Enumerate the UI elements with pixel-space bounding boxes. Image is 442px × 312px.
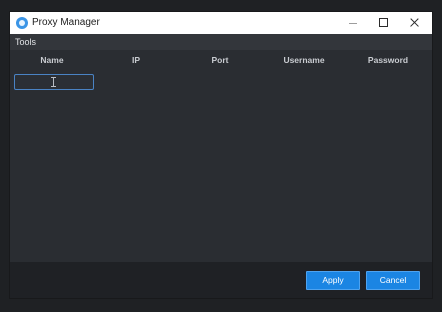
column-header-password[interactable]: Password bbox=[358, 55, 418, 65]
table-header: Name IP Port Username Password bbox=[10, 52, 432, 68]
close-button[interactable] bbox=[400, 12, 430, 34]
cancel-button[interactable]: Cancel bbox=[366, 271, 420, 290]
title-bar[interactable]: Proxy Manager bbox=[10, 12, 432, 34]
proxy-manager-window: Proxy Manager Tools Name IP Port Usernam… bbox=[10, 12, 432, 298]
maximize-button[interactable] bbox=[368, 12, 398, 34]
column-header-username[interactable]: Username bbox=[274, 55, 334, 65]
apply-button[interactable]: Apply bbox=[306, 271, 360, 290]
app-icon bbox=[16, 17, 28, 29]
menu-tools[interactable]: Tools bbox=[15, 37, 36, 47]
dialog-footer: Apply Cancel bbox=[10, 262, 432, 298]
text-cursor-icon bbox=[51, 77, 56, 87]
column-header-port[interactable]: Port bbox=[190, 55, 250, 65]
name-cell-editor[interactable] bbox=[14, 74, 94, 90]
column-header-ip[interactable]: IP bbox=[106, 55, 166, 65]
minimize-button[interactable] bbox=[336, 12, 366, 34]
column-header-name[interactable]: Name bbox=[22, 55, 82, 65]
table-body bbox=[10, 68, 432, 262]
page: Proxy Manager Tools Name IP Port Usernam… bbox=[0, 0, 442, 312]
menu-bar: Tools bbox=[10, 34, 432, 50]
window-title: Proxy Manager bbox=[32, 17, 100, 28]
